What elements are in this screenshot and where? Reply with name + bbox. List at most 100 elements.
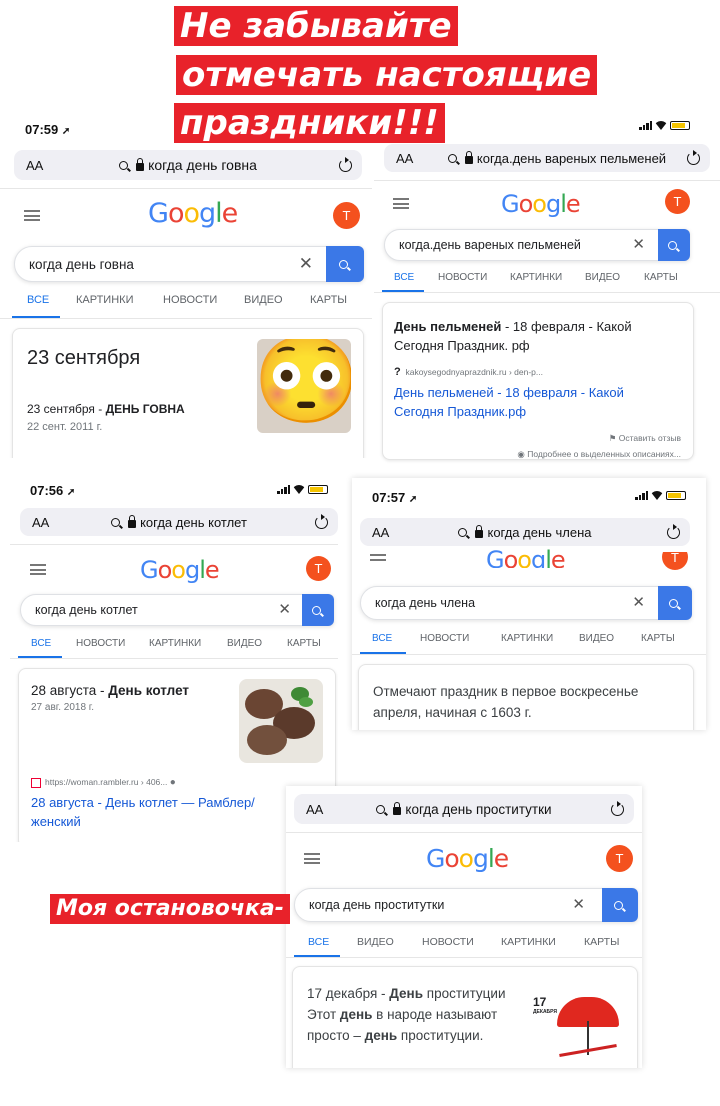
clear-icon[interactable]: ✕ [278,600,291,618]
menu-icon[interactable] [24,210,40,221]
search-query[interactable]: когда день котлет [35,603,138,617]
clear-icon[interactable]: ✕ [299,254,313,274]
tab-video[interactable]: ВИДЕО [227,638,262,649]
tab-maps[interactable]: КАРТЫ [641,633,675,644]
google-logo: Google [426,844,509,873]
search-box[interactable]: когда.день вареных пельменей ✕ [384,229,690,261]
caption-line-3: праздники!!! [174,103,445,143]
reload-icon[interactable] [339,156,352,172]
search-icon [667,240,677,250]
search-query[interactable]: когда день члена [375,596,475,610]
avatar[interactable]: T [665,189,690,214]
answer-card: 23 сентября 23 сентября - ДЕНЬ ГОВНА 22 … [12,328,364,458]
google-logo: Google [140,556,220,584]
tab-news[interactable]: НОВОСТИ [163,294,217,306]
feedback-link[interactable]: ⚑ Оставить отзыв [609,433,681,444]
google-logo: Google [501,190,581,218]
tab-all[interactable]: ВСЕ [372,633,392,644]
result-link[interactable]: 28 августа - День котлет — Рамблер/женск… [31,793,296,831]
lock-icon [464,151,473,164]
search-box[interactable]: когда день члена ✕ [360,586,692,620]
reload-icon[interactable] [611,800,624,816]
search-icon [458,527,468,537]
tab-maps[interactable]: КАРТЫ [584,936,619,948]
search-box[interactable]: когда день проститутки ✕ [294,888,638,922]
search-query[interactable]: когда.день вареных пельменей [399,238,581,252]
tab-video[interactable]: ВИДЕО [357,936,394,948]
avatar[interactable]: T [606,845,633,872]
search-button[interactable] [302,594,334,626]
search-icon [119,160,129,170]
reload-icon[interactable] [687,149,700,165]
tab-maps[interactable]: КАРТЫ [310,294,347,306]
status-icons [639,121,690,130]
url-bar[interactable]: AA когда.день вареных пельменей [384,144,710,172]
status-icons [635,491,686,500]
google-logo: Google [486,546,565,568]
tab-maps[interactable]: КАРТЫ [287,638,321,649]
menu-icon[interactable] [370,554,386,561]
search-button[interactable] [602,888,638,922]
search-button[interactable] [658,229,690,261]
search-query[interactable]: когда день говна [29,257,134,272]
reload-icon[interactable] [667,523,680,539]
tab-all[interactable]: ВСЕ [27,294,49,306]
tab-video[interactable]: ВИДЕО [579,633,614,644]
tab-video[interactable]: ВИДЕО [244,294,283,306]
tab-images[interactable]: КАРТИНКИ [501,633,553,644]
tab-news[interactable]: НОВОСТИ [76,638,125,649]
url-bar[interactable]: AA когда день проститутки [294,794,634,824]
avatar[interactable]: T [662,552,688,570]
clear-icon[interactable]: ✕ [632,593,645,611]
avatar[interactable]: T [333,202,360,229]
flushed-emoji: 😳 [257,339,351,428]
search-icon [668,598,678,608]
url-bar[interactable]: AA когда день члена [360,518,690,546]
snippet-source: ? kakoysegodnyaprazdnik.ru › den-p... [394,366,543,378]
more-info-link[interactable]: ◉ Подробнее о выделенных описаниях... [517,449,681,460]
answer-card: Отмечают праздник в первое воскресенье а… [358,664,694,730]
search-icon [111,517,121,527]
snippet: 23 сентября - ДЕНЬ ГОВНА [27,402,185,416]
search-query[interactable]: когда день проститутки [309,898,444,912]
url-bar[interactable]: AA когда день говна [14,150,362,180]
lock-icon [393,802,402,815]
tab-images[interactable]: КАРТИНКИ [510,272,562,283]
search-icon [376,804,386,814]
tab-all[interactable]: ВСЕ [394,272,414,283]
tab-images[interactable]: КАРТИНКИ [76,294,133,306]
result-source: https://woman.rambler.ru › 406... ● [31,777,176,788]
tab-images[interactable]: КАРТИНКИ [501,936,556,948]
tab-maps[interactable]: КАРТЫ [644,272,678,283]
tab-video[interactable]: ВИДЕО [585,272,620,283]
search-button[interactable] [658,586,692,620]
status-icons [277,485,328,494]
result-link[interactable]: День пельменей - 18 февраля - Какой Сего… [394,383,664,421]
thumbnail: 😳 [257,339,351,433]
tab-all[interactable]: ВСЕ [308,936,329,948]
menu-icon[interactable] [30,564,46,575]
menu-icon[interactable] [304,853,320,864]
search-box[interactable]: когда день котлет ✕ [20,594,334,626]
reload-icon[interactable] [315,513,328,529]
url-text: когда день проститутки [405,801,552,817]
tab-news[interactable]: НОВОСТИ [420,633,469,644]
tab-images[interactable]: КАРТИНКИ [149,638,201,649]
avatar[interactable]: T [306,556,331,581]
lock-icon [128,515,137,528]
answer-title: 23 сентября [27,347,141,369]
screenshot-1: 07:59 ➚ AA когда день говна Google T ког… [0,110,372,458]
screenshot-4: 07:57 ➚ AA когда день члена Google T ког… [352,478,706,730]
wifi-icon [293,485,305,494]
search-box[interactable]: когда день говна ✕ [14,246,364,282]
url-bar[interactable]: AA когда день котлет [20,508,338,536]
tab-news[interactable]: НОВОСТИ [438,272,487,283]
tab-news[interactable]: НОВОСТИ [422,936,474,948]
clear-icon[interactable]: ✕ [632,235,645,253]
clear-icon[interactable]: ✕ [572,895,585,913]
search-button[interactable] [326,246,364,282]
tab-all[interactable]: ВСЕ [31,638,51,649]
side-caption: Моя остановочка- [50,894,290,924]
wifi-icon [651,491,663,500]
menu-icon[interactable] [393,198,409,209]
